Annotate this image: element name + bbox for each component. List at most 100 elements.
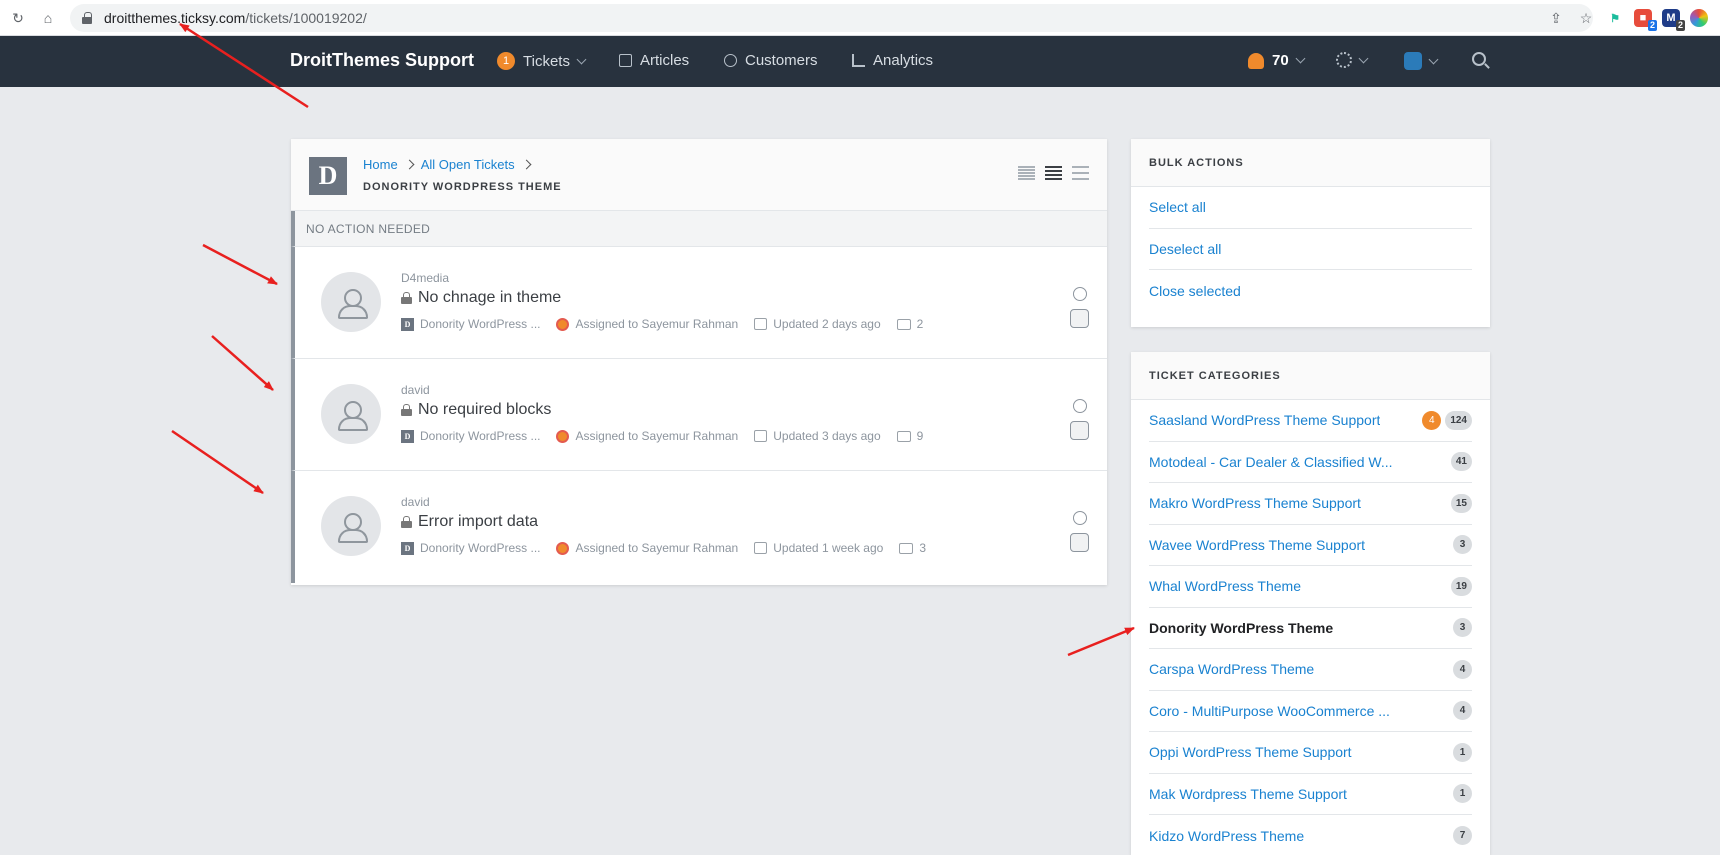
category-name: Mak Wordpress Theme Support (1149, 785, 1347, 802)
nav-analytics-label: Analytics (873, 52, 934, 69)
star-icon[interactable]: ☆ (1576, 8, 1596, 28)
chevron-down-icon (1428, 54, 1439, 64)
category-item[interactable]: Kidzo WordPress Theme 7 (1149, 815, 1472, 855)
calendar-icon (754, 318, 768, 330)
ticket-row[interactable]: D4media No chnage in theme D Donority Wor… (291, 247, 1107, 359)
category-item[interactable]: Motodeal - Car Dealer & Classified W... 4… (1149, 442, 1472, 483)
category-name: Whal WordPress Theme (1149, 578, 1301, 595)
nav-articles[interactable]: Articles (619, 52, 689, 69)
category-name: Donority WordPress Theme (1149, 619, 1334, 636)
chevron-down-icon (1358, 53, 1369, 63)
ticket-category-text: Donority WordPress ... (420, 541, 541, 555)
notifications-menu[interactable]: 70 (1248, 52, 1306, 69)
annotation-arrow (202, 243, 278, 286)
comment-icon (896, 318, 911, 330)
search-button[interactable] (1472, 52, 1486, 66)
url-path: /tickets/100019202/ (245, 10, 367, 26)
category-item[interactable]: Saasland WordPress Theme Support 4 124 (1149, 400, 1472, 442)
category-badges: 15 (1450, 493, 1472, 513)
count-badge: 3 (1453, 618, 1472, 638)
nav-customers[interactable]: Customers (724, 52, 818, 69)
breadcrumb-all-open[interactable]: All Open Tickets (421, 157, 515, 172)
ticket-title[interactable]: No required blocks (401, 401, 551, 419)
account-avatar-icon (1404, 52, 1422, 70)
ticket-radio[interactable] (1073, 287, 1087, 301)
count-badge: 4 (1453, 659, 1472, 679)
category-item[interactable]: Mak Wordpress Theme Support 1 (1149, 774, 1472, 815)
ticket-author: david (401, 495, 430, 509)
extension-icon[interactable] (1690, 9, 1708, 27)
ticket-meta: D Donority WordPress ... Assigned to Saye… (401, 429, 939, 443)
category-name: Makro WordPress Theme Support (1149, 495, 1361, 512)
ticket-row[interactable]: david No required blocks D Donority WordP… (291, 359, 1107, 471)
deselect-all-link[interactable]: Deselect all (1149, 229, 1472, 270)
ticket-checkbox[interactable] (1070, 533, 1089, 552)
app-navbar: DroitThemes Support 1 Tickets Articles C… (0, 36, 1720, 87)
category-item[interactable]: Coro - MultiPurpose WooCommerce ... 4 (1149, 691, 1472, 732)
category-badges: 4 124 (1422, 410, 1472, 430)
home-icon[interactable]: ⌂ (38, 8, 58, 28)
ticket-categories-panel: TICKET CATEGORIES Saasland WordPress The… (1131, 352, 1490, 855)
address-bar[interactable]: droitthemes.ticksy.com/tickets/100019202… (70, 4, 1593, 32)
ticket-title[interactable]: Error import data (401, 513, 538, 531)
share-icon[interactable]: ⇪ (1546, 8, 1566, 28)
close-selected-link[interactable]: Close selected (1149, 270, 1472, 312)
ticket-categories-heading: TICKET CATEGORIES (1131, 352, 1490, 400)
count-badge: 1 (1453, 784, 1472, 804)
ticket-title[interactable]: No chnage in theme (401, 289, 561, 307)
lock-icon (82, 12, 92, 24)
lock-icon (401, 292, 412, 304)
category-badges: 3 (1453, 535, 1472, 555)
ticket-updated-text: Updated 2 days ago (773, 317, 881, 331)
nav-analytics[interactable]: Analytics (852, 52, 933, 69)
select-all-link[interactable]: Select all (1149, 187, 1472, 229)
ticket-assignee-text: Assigned to Sayemur Rahman (575, 317, 739, 331)
breadcrumb: Home All Open Tickets (363, 157, 532, 172)
ticket-radio[interactable] (1073, 399, 1087, 413)
brand-title[interactable]: DroitThemes Support (290, 50, 474, 71)
count-badge: 4 (1453, 701, 1472, 721)
ticket-row[interactable]: david Error import data D Donority WordPr… (291, 471, 1107, 583)
calendar-icon (754, 542, 768, 554)
settings-menu[interactable] (1336, 52, 1369, 68)
nav-tickets[interactable]: 1 Tickets (497, 52, 587, 70)
extension-icon[interactable]: ⚑ (1606, 9, 1624, 27)
ticket-radio[interactable] (1073, 511, 1087, 525)
bulk-actions-panel: BULK ACTIONS Select all Deselect all Clo… (1131, 139, 1490, 327)
category-item[interactable]: Wavee WordPress Theme Support 3 (1149, 525, 1472, 566)
reload-icon[interactable]: ↻ (8, 8, 28, 28)
agent-avatar-icon (556, 429, 570, 443)
category-icon: D (401, 541, 414, 555)
account-menu[interactable] (1404, 52, 1439, 70)
category-item-current[interactable]: Donority WordPress Theme 3 (1149, 608, 1472, 649)
lock-icon (401, 404, 412, 416)
category-badges: 4 (1453, 659, 1472, 679)
ticket-comments-count: 3 (919, 541, 927, 555)
extension-icon[interactable]: M2 (1662, 9, 1685, 31)
ticket-checkbox[interactable] (1070, 309, 1089, 328)
ticket-author: david (401, 383, 430, 397)
category-item[interactable]: Oppi WordPress Theme Support 1 (1149, 732, 1472, 774)
category-item[interactable]: Whal WordPress Theme 19 (1149, 566, 1472, 608)
chevron-down-icon (1295, 53, 1306, 64)
ticket-checkbox[interactable] (1070, 421, 1089, 440)
agent-avatar-icon (556, 541, 570, 555)
annotation-arrow (1067, 626, 1135, 657)
list-view-icon[interactable] (1045, 166, 1062, 180)
category-item[interactable]: Carspa WordPress Theme 4 (1149, 649, 1472, 691)
ticket-comments: 2 (896, 317, 923, 331)
nav-tickets-label: Tickets (523, 52, 570, 70)
category-name: Motodeal - Car Dealer & Classified W... (1149, 453, 1393, 470)
ticket-assignee-text: Assigned to Sayemur Rahman (575, 541, 739, 555)
ticket-updated: Updated 1 week ago (754, 541, 883, 555)
expanded-view-icon[interactable] (1072, 166, 1089, 180)
category-item[interactable]: Makro WordPress Theme Support 15 (1149, 483, 1472, 525)
ticket-title-text: No required blocks (418, 401, 552, 418)
compact-view-icon[interactable] (1018, 166, 1035, 180)
search-icon (1472, 52, 1486, 66)
extension-icon[interactable]: ■ 2 (1634, 9, 1657, 31)
category-name: Carspa WordPress Theme (1149, 661, 1315, 678)
ticket-meta: D Donority WordPress ... Assigned to Saye… (401, 317, 939, 331)
breadcrumb-home[interactable]: Home (363, 157, 398, 172)
ticket-title-text: No chnage in theme (418, 289, 562, 306)
